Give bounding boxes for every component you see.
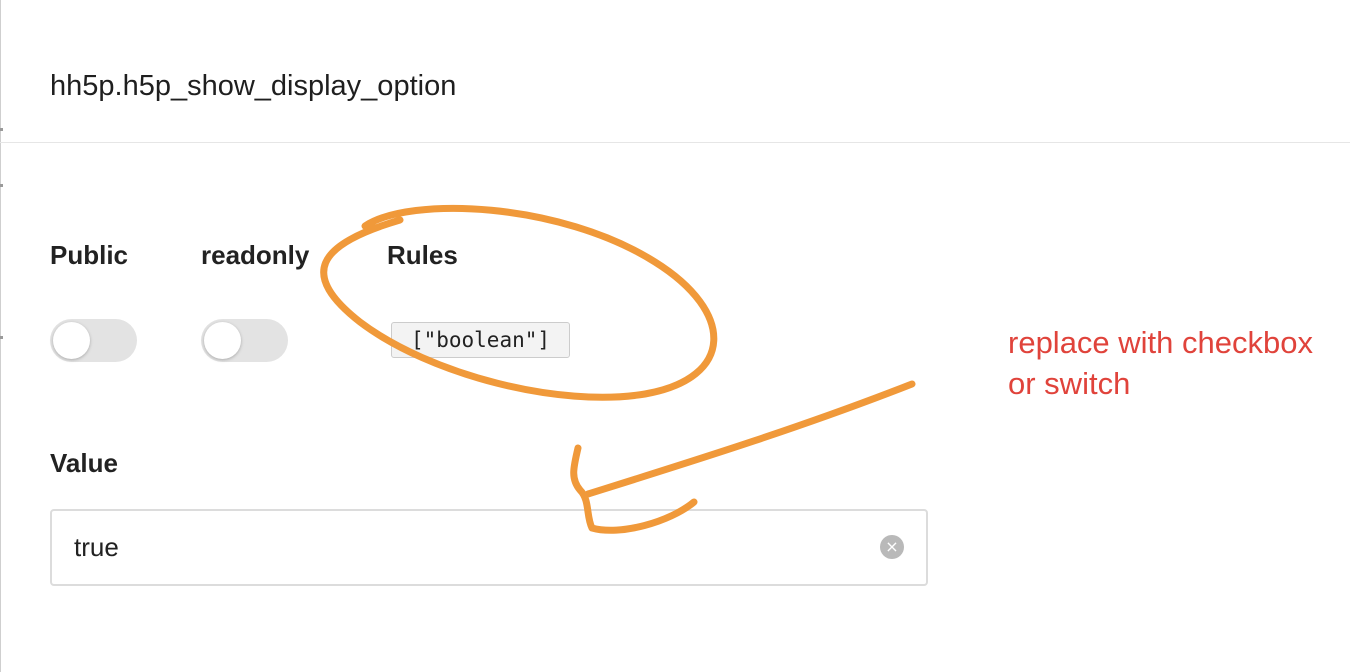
value-label: Value bbox=[50, 448, 118, 478]
rules-tag: ["boolean"] bbox=[391, 322, 570, 358]
edge-tick bbox=[0, 336, 3, 339]
annotation-arrow-shaft bbox=[584, 380, 916, 498]
page-title: hh5p.h5p_show_display_option bbox=[50, 70, 457, 102]
switch-knob bbox=[204, 322, 241, 359]
readonly-switch[interactable] bbox=[201, 319, 288, 362]
clear-icon[interactable]: × bbox=[880, 535, 904, 559]
modal-header: hh5p.h5p_show_display_option bbox=[0, 0, 1350, 143]
value-input[interactable]: true × bbox=[50, 509, 928, 586]
annotation-ellipse bbox=[320, 204, 718, 401]
page: hh5p.h5p_show_display_option Public read… bbox=[0, 0, 1350, 672]
readonly-label: readonly bbox=[201, 240, 310, 270]
rules-label: Rules bbox=[387, 240, 458, 270]
public-switch[interactable] bbox=[50, 319, 137, 362]
value-input-text[interactable]: true bbox=[74, 532, 119, 563]
public-label: Public bbox=[50, 240, 129, 270]
edge-tick bbox=[0, 184, 3, 187]
switch-knob bbox=[53, 322, 90, 359]
annotation-note: replace with checkbox or switch bbox=[1008, 325, 1313, 401]
